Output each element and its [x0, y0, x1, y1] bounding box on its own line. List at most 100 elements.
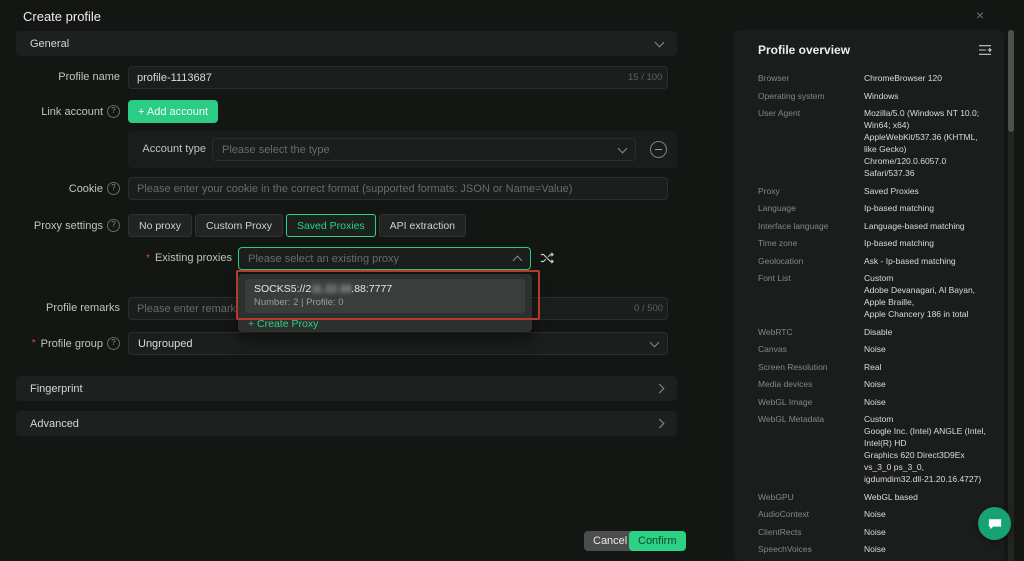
overview-row: SpeechVoices Noise — [758, 543, 992, 555]
overview-row-value: Noise — [864, 396, 992, 408]
overview-row: WebGL Image Noise — [758, 396, 992, 408]
overview-row: Geolocation Ask - Ip-based matching — [758, 255, 992, 267]
overview-row-value: Mozilla/5.0 (Windows NT 10.0; Win64; x64… — [864, 107, 992, 179]
link-account-label: Link account ? — [0, 105, 120, 118]
overview-row-label: Canvas — [758, 343, 864, 355]
overview-row-value: Saved Proxies — [864, 185, 992, 197]
profile-remarks-label: Profile remarks — [0, 302, 120, 314]
overview-row-label: WebGL Metadata — [758, 413, 864, 485]
chevron-up-icon — [513, 256, 523, 266]
overview-row-label: ClientRects — [758, 526, 864, 538]
overview-row-value: Language-based matching — [864, 220, 992, 232]
overview-row: Time zone Ip-based matching — [758, 237, 992, 249]
create-proxy-link[interactable]: + Create Proxy — [238, 316, 532, 332]
overview-row-label: Time zone — [758, 237, 864, 249]
close-icon[interactable]: × — [976, 8, 984, 22]
chevron-right-icon — [655, 419, 665, 429]
profile-name-input[interactable] — [128, 66, 668, 89]
overview-row-value: Real — [864, 361, 992, 373]
panel-collapse-icon[interactable] — [978, 43, 992, 61]
chevron-down-icon — [650, 337, 660, 347]
profile-name-counter: 15 / 100 — [628, 72, 662, 83]
overview-row-value: Noise — [864, 343, 992, 355]
help-icon: ? — [107, 182, 120, 195]
overview-row-value: ChromeBrowser 120 — [864, 72, 992, 84]
overview-row: Font List Custom Adobe Devanagari, Al Ba… — [758, 272, 992, 320]
overview-title: Profile overview — [758, 43, 850, 57]
proxy-dropdown: SOCKS5://211.22.33.88:7777 Number: 2 | P… — [238, 274, 532, 332]
overview-row-value: Windows — [864, 90, 992, 102]
overview-row-value: Noise — [864, 508, 992, 520]
profile-remarks-counter: 0 / 500 — [634, 303, 663, 314]
chevron-down-icon — [618, 143, 628, 153]
overview-rows: Browser ChromeBrowser 120 Operating syst… — [758, 72, 992, 561]
cookie-input[interactable] — [128, 177, 668, 200]
chat-widget-button[interactable] — [978, 507, 1011, 540]
overview-row-value: Custom Google Inc. (Intel) ANGLE (Intel,… — [864, 413, 992, 485]
profile-name-label: Profile name — [0, 71, 120, 83]
section-general-header[interactable]: General — [16, 31, 677, 56]
section-advanced-header[interactable]: Advanced — [16, 411, 677, 436]
overview-row-value: Disable — [864, 326, 992, 338]
section-fingerprint-label: Fingerprint — [30, 383, 83, 395]
overview-row: Canvas Noise — [758, 343, 992, 355]
overview-row-label: Language — [758, 202, 864, 214]
overview-row-value: Ip-based matching — [864, 237, 992, 249]
cookie-label: Cookie ? — [0, 182, 120, 195]
scrollbar-thumb[interactable] — [1008, 30, 1014, 132]
overview-row: WebGPU WebGL based — [758, 491, 992, 503]
add-account-button[interactable]: + Add account — [128, 100, 218, 123]
proxy-mode-tab[interactable]: Saved Proxies — [286, 214, 376, 237]
overview-row-value: WebGL based — [864, 491, 992, 503]
account-type-label: Account type — [128, 143, 206, 155]
help-icon: ? — [107, 219, 120, 232]
overview-row-value: Noise — [864, 526, 992, 538]
chevron-down-icon — [655, 37, 665, 47]
proxy-option-subtitle: Number: 2 | Profile: 0 — [254, 297, 516, 308]
overview-row: Proxy Saved Proxies — [758, 185, 992, 197]
overview-row: WebGL Metadata Custom Google Inc. (Intel… — [758, 413, 992, 485]
overview-row-value: Noise — [864, 378, 992, 390]
confirm-button[interactable]: Confirm — [629, 531, 686, 551]
section-general-label: General — [30, 38, 69, 50]
account-type-select[interactable]: Please select the type — [212, 138, 636, 161]
create-profile-dialog: Create profile × General Profile name 15… — [0, 0, 1024, 561]
help-icon: ? — [107, 337, 120, 350]
overview-row: Browser ChromeBrowser 120 — [758, 72, 992, 84]
overview-row-label: Browser — [758, 72, 864, 84]
remove-account-icon[interactable] — [650, 141, 667, 158]
proxy-mode-tab[interactable]: Custom Proxy — [195, 214, 283, 237]
overview-row-label: WebRTC — [758, 326, 864, 338]
overview-row-value: Noise — [864, 543, 992, 555]
proxy-option[interactable]: SOCKS5://211.22.33.88:7777 Number: 2 | P… — [245, 279, 525, 313]
overview-row: Language Ip-based matching — [758, 202, 992, 214]
overview-row-label: Operating system — [758, 90, 864, 102]
proxy-mode-tab[interactable]: API extraction — [379, 214, 466, 237]
chevron-right-icon — [655, 384, 665, 394]
overview-row-label: Media devices — [758, 378, 864, 390]
overview-row-label: WebGL Image — [758, 396, 864, 408]
overview-row: AudioContext Noise — [758, 508, 992, 520]
existing-proxies-select[interactable]: Please select an existing proxy — [238, 247, 531, 270]
proxy-option-title: SOCKS5://211.22.33.88:7777 — [254, 283, 516, 295]
overview-row: ClientRects Noise — [758, 526, 992, 538]
overview-row-value: Ask - Ip-based matching — [864, 255, 992, 267]
section-fingerprint-header[interactable]: Fingerprint — [16, 376, 677, 401]
existing-proxies-label: * Existing proxies — [100, 252, 232, 264]
profile-group-select[interactable]: Ungrouped — [128, 332, 668, 355]
proxy-settings-label: Proxy settings ? — [0, 219, 120, 232]
proxy-mode-tab[interactable]: No proxy — [128, 214, 192, 237]
page-title: Create profile — [23, 9, 101, 24]
overview-row-label: SpeechVoices — [758, 543, 864, 555]
shuffle-proxy-icon[interactable] — [540, 251, 554, 270]
overview-row: Screen Resolution Real — [758, 361, 992, 373]
overview-row-label: Screen Resolution — [758, 361, 864, 373]
overview-row-label: Proxy — [758, 185, 864, 197]
overview-row-label: AudioContext — [758, 508, 864, 520]
profile-overview-panel: Profile overview Browser ChromeBrowser 1… — [734, 30, 1004, 561]
overview-row-label: WebGPU — [758, 491, 864, 503]
overview-row-label: User Agent — [758, 107, 864, 179]
overview-row: WebRTC Disable — [758, 326, 992, 338]
overview-row-label: Font List — [758, 272, 864, 320]
chat-bubble-icon — [987, 517, 1003, 531]
